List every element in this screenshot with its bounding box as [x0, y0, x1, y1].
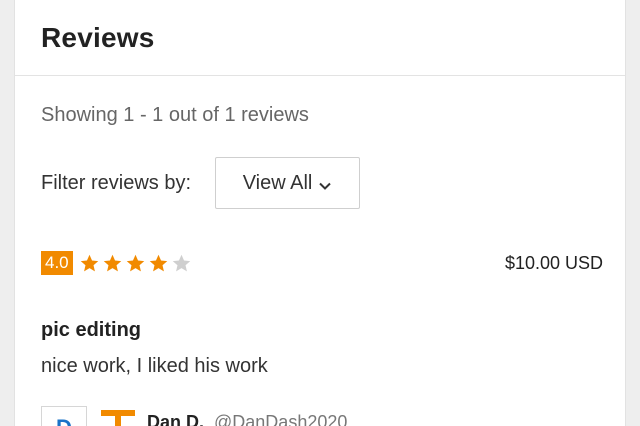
reviewer-row: D Dan D. @DanDash2020: [41, 406, 347, 426]
reviews-card: Reviews Showing 1 - 1 out of 1 reviews F…: [14, 0, 626, 426]
star-rating: [79, 253, 194, 274]
filter-selected-value: View All: [242, 171, 313, 194]
filter-dropdown[interactable]: View All: [215, 157, 361, 209]
review-price: $10.00 USD: [504, 252, 603, 273]
star-filled-icon: [149, 254, 167, 271]
reviewer-name[interactable]: Dan D.: [147, 412, 204, 426]
star-filled-icon: [126, 254, 144, 271]
review-title: pic editing: [41, 319, 141, 341]
avatar[interactable]: D: [41, 406, 87, 426]
rating-badge: 4.0: [41, 251, 73, 275]
showing-count: Showing 1 - 1 out of 1 reviews: [41, 104, 309, 126]
seller-icon: [101, 406, 135, 426]
review-body: nice work, I liked his work: [41, 355, 268, 377]
avatar-letter: D: [56, 415, 72, 426]
reviews-header: Reviews: [15, 0, 625, 76]
star-filled-icon: [80, 254, 98, 271]
chevron-down-icon: [318, 176, 332, 190]
filter-row: Filter reviews by: View All: [41, 157, 361, 209]
rating-row: 4.0 $10.00 USD: [41, 250, 603, 276]
reviewer-handle: @DanDash2020: [214, 412, 348, 426]
star-empty-icon: [172, 254, 190, 271]
star-filled-icon: [103, 254, 121, 271]
filter-label: Filter reviews by:: [41, 171, 192, 194]
page-title: Reviews: [41, 21, 155, 53]
